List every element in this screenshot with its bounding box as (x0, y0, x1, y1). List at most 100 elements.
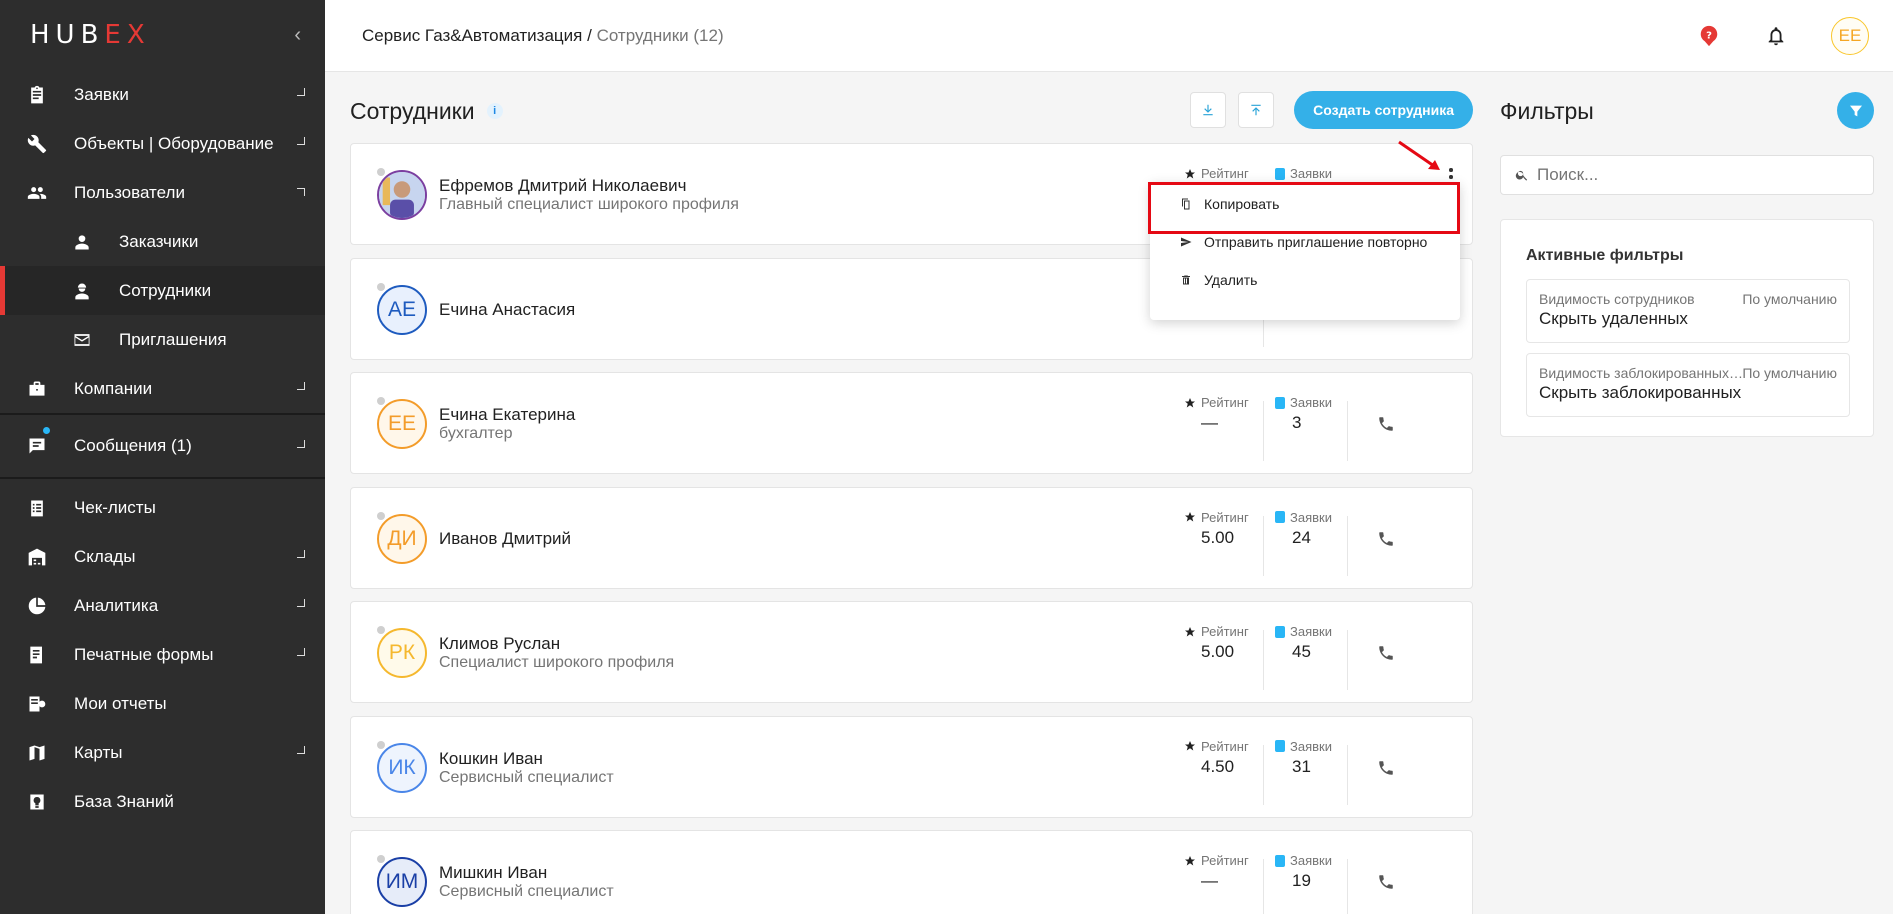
rating-label: Рейтинг (1201, 853, 1249, 868)
employee-card[interactable]: ИК Кошкин Иван Сервисный специалист Рейт… (350, 715, 1473, 818)
active-filter-item[interactable]: Видимость заблокированных сотрудников По… (1526, 353, 1850, 417)
stat-divider (1347, 401, 1348, 461)
sidebar-item-print-forms[interactable]: Печатные формы (0, 630, 325, 679)
employee-name[interactable]: Мишкин Иван (439, 863, 547, 883)
active-filter-item[interactable]: Видимость сотрудников По умолчанию Скрыт… (1526, 279, 1850, 343)
worker-icon (72, 281, 92, 301)
logo[interactable]: HUBEX (30, 20, 151, 50)
orders-stat: Заявки 19 (1275, 853, 1332, 891)
stat-divider (1347, 630, 1348, 690)
sidebar-item-my-reports[interactable]: Мои отчеты (0, 679, 325, 728)
svg-text:?: ? (1706, 30, 1712, 41)
sidebar-item-companies[interactable]: Компании (0, 364, 325, 413)
phone-icon[interactable] (1377, 873, 1395, 891)
download-button[interactable] (1190, 92, 1226, 128)
sidebar-item-label: Аналитика (74, 595, 159, 615)
employee-card[interactable]: РК Климов Руслан Специалист широкого про… (350, 601, 1473, 703)
orders-icon (1275, 396, 1285, 409)
employee-role: бухгалтер (439, 425, 513, 442)
sidebar-item-maps[interactable]: Карты (0, 728, 325, 777)
employee-avatar: ДИ (377, 513, 427, 564)
collapse-sidebar-icon[interactable]: ‹ (294, 24, 301, 47)
create-employee-button[interactable]: Создать сотрудника (1294, 91, 1473, 129)
star-icon (1185, 741, 1195, 751)
sidebar-item-label: Объекты | Оборудование (74, 133, 274, 153)
sidebar-item-employees[interactable]: Сотрудники (0, 266, 325, 315)
filter-button[interactable] (1837, 92, 1874, 129)
menu-item-delete[interactable]: Удалить (1150, 261, 1460, 299)
sidebar-item-orders[interactable]: Заявки (0, 70, 325, 119)
annotation-arrow-icon (1398, 140, 1440, 170)
orders-label: Заявки (1290, 738, 1332, 754)
sidebar-item-knowledge-base[interactable]: База Знаний (0, 777, 325, 826)
employee-name[interactable]: Ечина Анастасия (439, 300, 575, 320)
briefcase-icon (27, 379, 47, 399)
sidebar-item-label: Приглашения (119, 329, 227, 349)
rating-stat: Рейтинг (1184, 166, 1249, 181)
employee-card[interactable]: ДИ Иванов Дмитрий Рейтинг 5.00 Заявки 24 (350, 486, 1473, 589)
sidebar-item-customers[interactable]: Заказчики (0, 217, 325, 266)
clipboard-icon (27, 85, 47, 105)
employee-name[interactable]: Ефремов Дмитрий Николаевич (439, 176, 686, 196)
phone-icon[interactable] (1377, 759, 1395, 777)
copy-icon (1182, 198, 1190, 210)
orders-stat: Заявки 3 (1275, 395, 1332, 433)
rating-stat: Рейтинг — (1184, 395, 1249, 433)
sidebar-item-checklists[interactable]: Чек-листы (0, 483, 325, 532)
star-icon (1185, 512, 1195, 522)
customer-icon (72, 232, 92, 252)
warehouse-icon (27, 547, 47, 567)
stat-divider (1263, 859, 1264, 914)
employee-card[interactable]: ЕЕ Ечина Екатерина бухгалтер Рейтинг — З… (350, 372, 1473, 474)
download-icon (1203, 104, 1213, 116)
rating-stat: Рейтинг 5.00 (1184, 510, 1249, 548)
menu-item-copy[interactable]: Копировать (1150, 185, 1460, 223)
rating-value: — (1201, 871, 1218, 890)
rating-label: Рейтинг (1201, 395, 1249, 410)
employee-card[interactable]: ИМ Мишкин Иван Сервисный специалист Рейт… (350, 830, 1473, 914)
sidebar-item-label: Склады (74, 546, 136, 566)
sidebar-item-label: Пользователи (74, 182, 185, 202)
knowledge-icon (27, 792, 47, 812)
orders-value: 31 (1292, 756, 1311, 776)
sidebar-item-warehouses[interactable]: Склады (0, 532, 325, 581)
sidebar-divider (0, 477, 325, 479)
sidebar-item-analytics[interactable]: Аналитика (0, 581, 325, 630)
sidebar-item-objects[interactable]: Объекты | Оборудование (0, 119, 325, 168)
sidebar-item-messages[interactable]: Сообщения (1) (0, 415, 325, 477)
topbar-actions: ? ЕЕ (1698, 0, 1869, 72)
menu-item-resend-invite[interactable]: Отправить приглашение повторно (1150, 223, 1460, 261)
orders-stat: Заявки 31 (1275, 739, 1332, 777)
expand-arrow-icon (297, 137, 305, 145)
map-icon (27, 743, 47, 763)
user-avatar[interactable]: ЕЕ (1831, 17, 1869, 55)
page-header: Сотрудники i Создать сотрудника (350, 72, 1473, 150)
info-icon[interactable]: i (486, 103, 503, 119)
expand-arrow-icon (297, 746, 305, 754)
help-icon[interactable]: ? (1698, 25, 1720, 47)
expand-arrow-icon (297, 599, 305, 607)
trash-icon (1182, 275, 1190, 285)
stat-divider (1263, 401, 1264, 461)
menu-item-label: Копировать (1204, 196, 1280, 212)
breadcrumb-current: Сотрудники (12) (596, 25, 724, 45)
orders-label: Заявки (1290, 624, 1332, 639)
employee-name[interactable]: Климов Руслан (439, 634, 560, 654)
breadcrumb-root[interactable]: Сервис Газ&Автоматизация (362, 26, 582, 45)
stat-divider (1263, 630, 1264, 690)
employee-name[interactable]: Кошкин Иван (439, 749, 543, 769)
employee-name[interactable]: Иванов Дмитрий (439, 529, 571, 549)
phone-icon[interactable] (1377, 415, 1395, 433)
phone-icon[interactable] (1377, 644, 1395, 662)
sidebar-item-invitations[interactable]: Приглашения (0, 315, 325, 364)
orders-icon (1275, 625, 1285, 638)
sidebar-item-label: Сотрудники (119, 280, 212, 300)
bell-icon[interactable] (1765, 25, 1787, 47)
upload-button[interactable] (1238, 92, 1274, 128)
search-input[interactable] (1537, 165, 1857, 185)
employee-role: Специалист широкого профиля (439, 654, 675, 671)
sidebar-item-users[interactable]: Пользователи (0, 168, 325, 217)
phone-icon[interactable] (1377, 530, 1395, 548)
invitation-icon (72, 330, 92, 350)
employee-name[interactable]: Ечина Екатерина (439, 405, 575, 425)
